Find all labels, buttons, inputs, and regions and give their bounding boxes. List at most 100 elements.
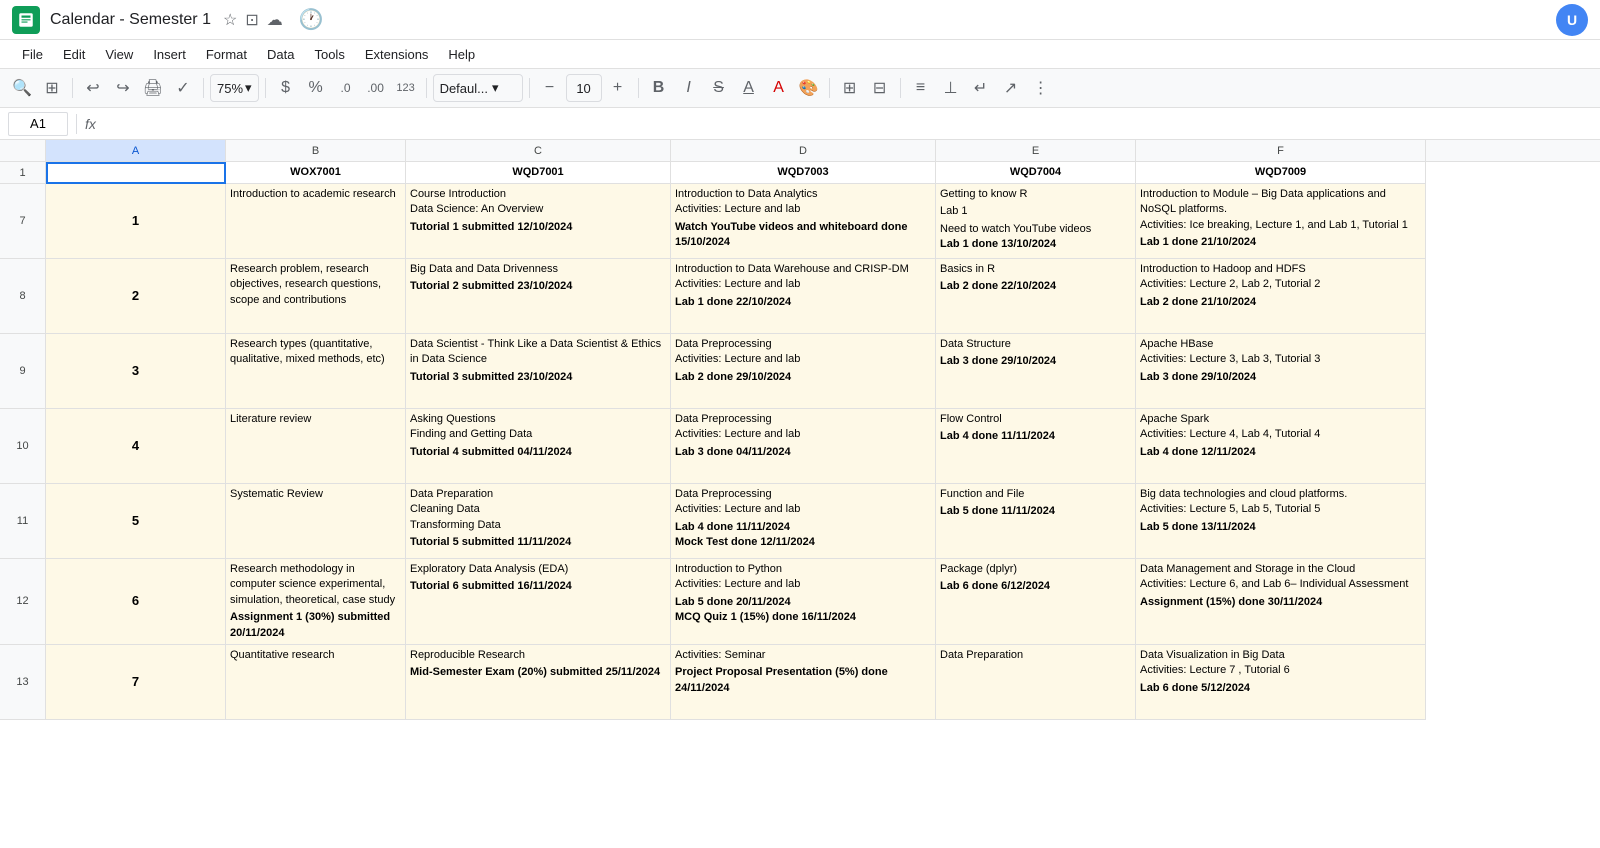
cell-e9[interactable]: Data StructureLab 3 done 29/10/2024 xyxy=(936,334,1136,409)
save-folder-icon[interactable]: ⊡ xyxy=(245,10,258,30)
search-button[interactable]: 🔍 xyxy=(8,74,36,102)
cell-e12[interactable]: Package (dplyr)Lab 6 done 6/12/2024 xyxy=(936,559,1136,645)
cell-c11[interactable]: Data PreparationCleaning DataTransformin… xyxy=(406,484,671,559)
zoom-selector[interactable]: 75% ▾ xyxy=(210,74,259,102)
menu-format[interactable]: Format xyxy=(196,43,257,66)
font-size-decrease-button[interactable]: − xyxy=(536,74,564,102)
cell-e10[interactable]: Flow ControlLab 4 done 11/11/2024 xyxy=(936,409,1136,484)
undo-button[interactable]: ↩ xyxy=(79,74,107,102)
cell-a11[interactable]: 5 xyxy=(46,484,226,559)
menu-help[interactable]: Help xyxy=(438,43,485,66)
row-num-10[interactable]: 10 xyxy=(0,409,46,484)
cell-d9[interactable]: Data PreprocessingActivities: Lecture an… xyxy=(671,334,936,409)
cell-reference[interactable]: A1 xyxy=(8,112,68,136)
italic-button[interactable]: I xyxy=(675,74,703,102)
font-family-selector[interactable]: Defaul... ▾ xyxy=(433,74,523,102)
col-header-e[interactable]: E xyxy=(936,140,1136,161)
cell-d13[interactable]: Activities: SeminarProject Proposal Pres… xyxy=(671,645,936,720)
cell-a12[interactable]: 6 xyxy=(46,559,226,645)
align-button[interactable]: ≡ xyxy=(907,74,935,102)
cell-e1[interactable]: WQD7004 xyxy=(936,162,1136,184)
cell-b13[interactable]: Quantitative research xyxy=(226,645,406,720)
menu-file[interactable]: File xyxy=(12,43,53,66)
font-size-increase-button[interactable]: + xyxy=(604,74,632,102)
cell-f12[interactable]: Data Management and Storage in the Cloud… xyxy=(1136,559,1426,645)
cell-e13[interactable]: Data Preparation xyxy=(936,645,1136,720)
currency-button[interactable]: $ xyxy=(272,74,300,102)
cell-d7[interactable]: Introduction to Data AnalyticsActivities… xyxy=(671,184,936,259)
cell-a7[interactable]: 1 xyxy=(46,184,226,259)
cell-d12[interactable]: Introduction to PythonActivities: Lectur… xyxy=(671,559,936,645)
cell-f9[interactable]: Apache HBaseActivities: Lecture 3, Lab 3… xyxy=(1136,334,1426,409)
menu-data[interactable]: Data xyxy=(257,43,304,66)
col-header-f[interactable]: F xyxy=(1136,140,1426,161)
cell-a9[interactable]: 3 xyxy=(46,334,226,409)
redo-button[interactable]: ↪ xyxy=(109,74,137,102)
cloud-icon[interactable]: ☁ xyxy=(267,10,283,30)
decimal-increase-button[interactable]: .00 xyxy=(362,74,390,102)
more-button[interactable]: ⋮ xyxy=(1027,74,1055,102)
col-header-d[interactable]: D xyxy=(671,140,936,161)
decimal-decrease-button[interactable]: .0 xyxy=(332,74,360,102)
cell-f1[interactable]: WQD7009 xyxy=(1136,162,1426,184)
strikethrough-button[interactable]: S xyxy=(705,74,733,102)
cell-b10[interactable]: Literature review xyxy=(226,409,406,484)
cell-e8[interactable]: Basics in RLab 2 done 22/10/2024 xyxy=(936,259,1136,334)
cell-c10[interactable]: Asking QuestionsFinding and Getting Data… xyxy=(406,409,671,484)
cell-b8[interactable]: Research problem, research objectives, r… xyxy=(226,259,406,334)
history-icon[interactable]: 🕐 xyxy=(299,7,324,32)
format-123-button[interactable]: 123 xyxy=(392,74,420,102)
cell-a13[interactable]: 7 xyxy=(46,645,226,720)
menu-insert[interactable]: Insert xyxy=(143,43,196,66)
cell-c1[interactable]: WQD7001 xyxy=(406,162,671,184)
spell-check-button[interactable]: ✓ xyxy=(169,74,197,102)
text-wrap-button[interactable]: ↵ xyxy=(967,74,995,102)
col-header-b[interactable]: B xyxy=(226,140,406,161)
col-header-c[interactable]: C xyxy=(406,140,671,161)
row-num-13[interactable]: 13 xyxy=(0,645,46,720)
font-size-value[interactable]: 10 xyxy=(566,74,602,102)
cell-c9[interactable]: Data Scientist - Think Like a Data Scien… xyxy=(406,334,671,409)
print-button[interactable]: 🖨 xyxy=(139,74,167,102)
row-num-8[interactable]: 8 xyxy=(0,259,46,334)
row-num-11[interactable]: 11 xyxy=(0,484,46,559)
row-num-7[interactable]: 7 xyxy=(0,184,46,259)
cell-a1[interactable] xyxy=(46,162,226,184)
cell-c12[interactable]: Exploratory Data Analysis (EDA)Tutorial … xyxy=(406,559,671,645)
cell-f8[interactable]: Introduction to Hadoop and HDFSActivitie… xyxy=(1136,259,1426,334)
cell-b9[interactable]: Research types (quantitative, qualitativ… xyxy=(226,334,406,409)
cell-d11[interactable]: Data PreprocessingActivities: Lecture an… xyxy=(671,484,936,559)
borders-button[interactable]: ⊞ xyxy=(836,74,864,102)
cell-a8[interactable]: 2 xyxy=(46,259,226,334)
cell-d1[interactable]: WQD7003 xyxy=(671,162,936,184)
cell-a10[interactable]: 4 xyxy=(46,409,226,484)
menu-edit[interactable]: Edit xyxy=(53,43,95,66)
col-header-a[interactable]: A xyxy=(46,140,226,161)
paint-format-button[interactable]: ⊞ xyxy=(38,74,66,102)
cell-c13[interactable]: Reproducible ResearchMid-Semester Exam (… xyxy=(406,645,671,720)
cell-b12[interactable]: Research methodology in computer science… xyxy=(226,559,406,645)
cell-f11[interactable]: Big data technologies and cloud platform… xyxy=(1136,484,1426,559)
cell-b1[interactable]: WOX7001 xyxy=(226,162,406,184)
cell-c8[interactable]: Big Data and Data DrivennessTutorial 2 s… xyxy=(406,259,671,334)
cell-b11[interactable]: Systematic Review xyxy=(226,484,406,559)
star-icon[interactable]: ☆ xyxy=(223,10,237,30)
cell-f13[interactable]: Data Visualization in Big DataActivities… xyxy=(1136,645,1426,720)
cell-d10[interactable]: Data PreprocessingActivities: Lecture an… xyxy=(671,409,936,484)
menu-extensions[interactable]: Extensions xyxy=(355,43,439,66)
cell-f7[interactable]: Introduction to Module – Big Data applic… xyxy=(1136,184,1426,259)
row-num-12[interactable]: 12 xyxy=(0,559,46,645)
row-num-9[interactable]: 9 xyxy=(0,334,46,409)
text-rotate-button[interactable]: ↗ xyxy=(997,74,1025,102)
cell-e11[interactable]: Function and FileLab 5 done 11/11/2024 xyxy=(936,484,1136,559)
bold-button[interactable]: B xyxy=(645,74,673,102)
merge-cells-button[interactable]: ⊟ xyxy=(866,74,894,102)
percent-button[interactable]: % xyxy=(302,74,330,102)
profile-avatar[interactable]: U xyxy=(1556,4,1588,36)
cell-c7[interactable]: Course IntroductionData Science: An Over… xyxy=(406,184,671,259)
cell-e7[interactable]: Getting to know RLab 1Need to watch YouT… xyxy=(936,184,1136,259)
text-color-button[interactable]: A xyxy=(765,74,793,102)
row-num-1[interactable]: 1 xyxy=(0,162,46,184)
cell-b7[interactable]: Introduction to academic research xyxy=(226,184,406,259)
fill-color-button[interactable]: 🎨 xyxy=(795,74,823,102)
